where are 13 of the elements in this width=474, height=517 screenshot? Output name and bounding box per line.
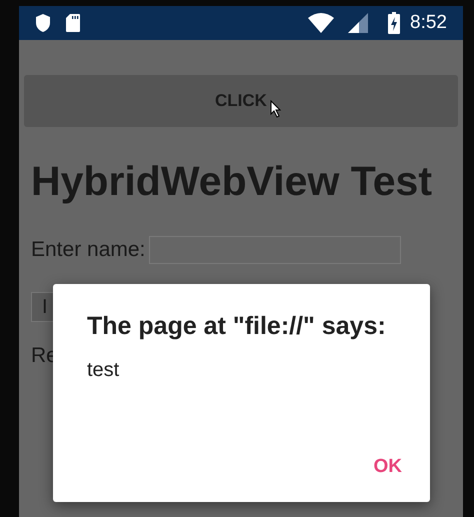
clock-time: 8:52 xyxy=(410,12,447,34)
signal-icon xyxy=(348,13,368,33)
shield-icon xyxy=(35,13,51,33)
page-heading: HybridWebView Test xyxy=(31,157,432,206)
battery-charging-icon xyxy=(388,12,400,34)
sd-card-icon xyxy=(65,13,81,33)
mouse-cursor-icon xyxy=(270,100,282,118)
field-label: Enter name: xyxy=(31,238,146,262)
dialog-message: test xyxy=(87,359,120,382)
wifi-icon xyxy=(308,13,334,33)
ok-button[interactable]: OK xyxy=(366,452,410,482)
click-button[interactable]: CLICK xyxy=(24,75,458,127)
dialog-title: The page at "file://" says: xyxy=(87,312,386,341)
